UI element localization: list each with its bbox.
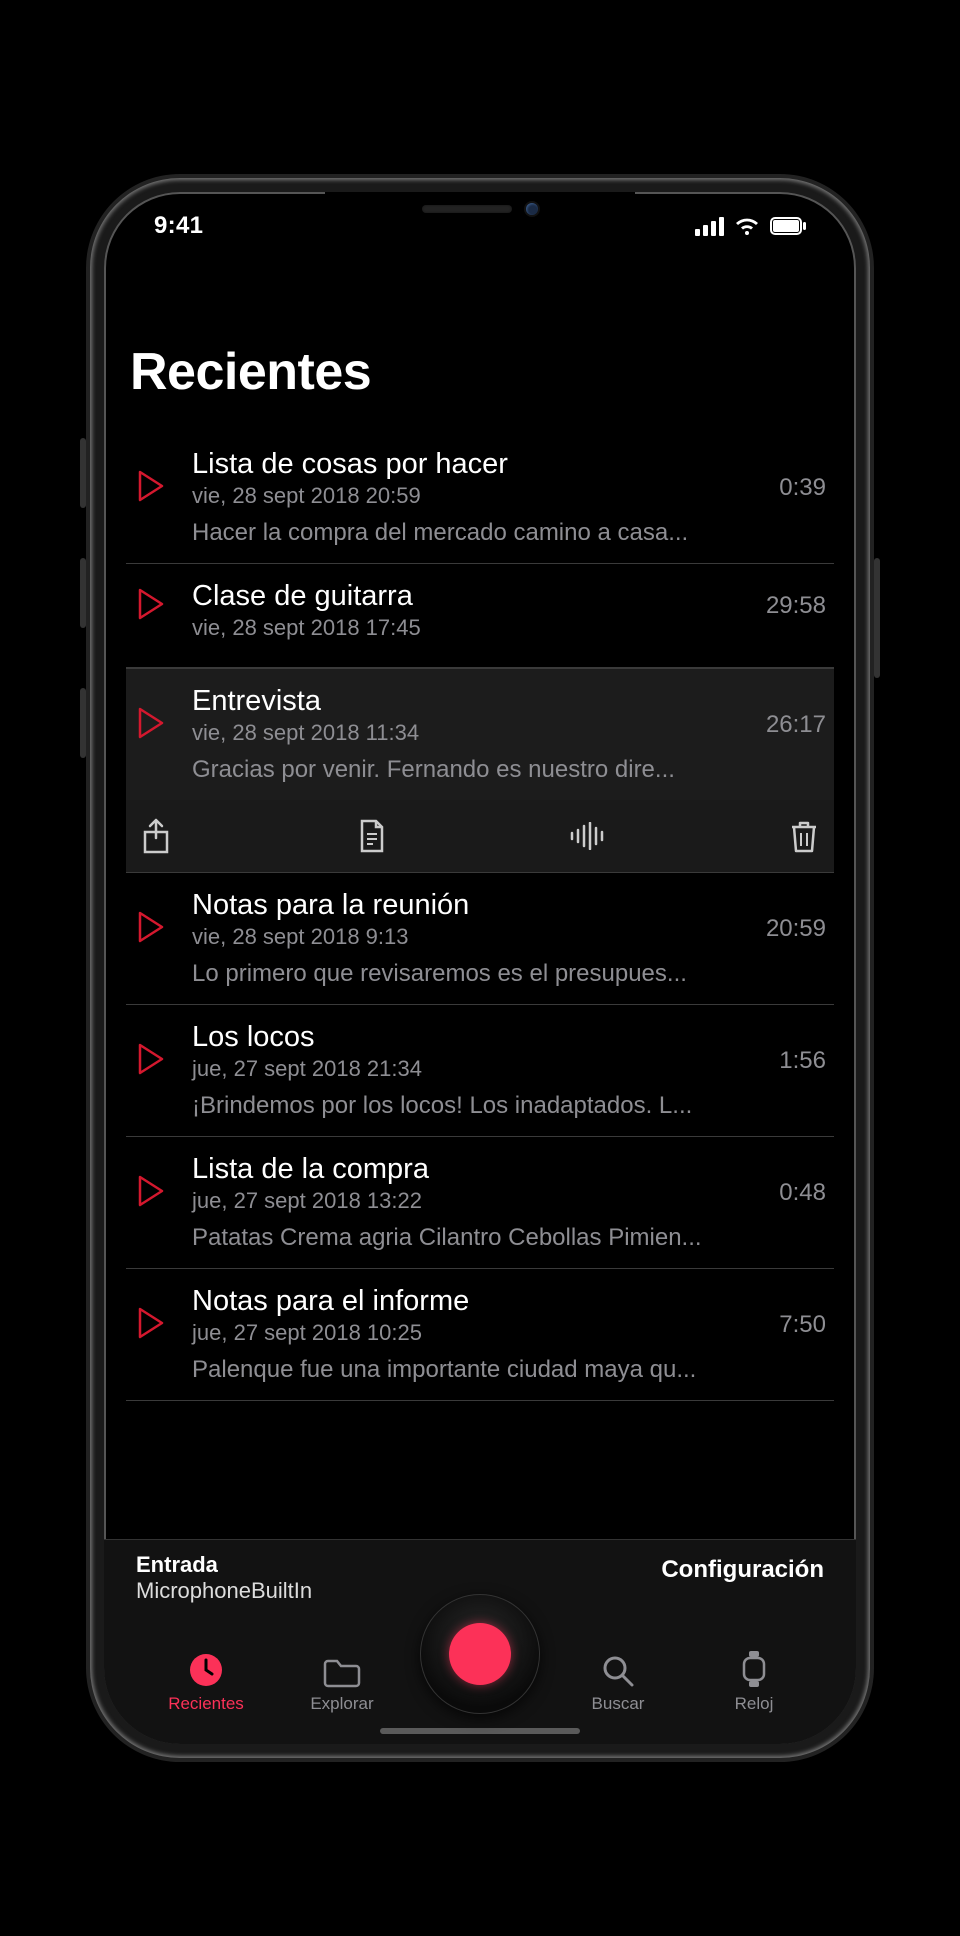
recording-title: Los locos (192, 1021, 763, 1054)
recording-title: Clase de guitarra (192, 580, 750, 613)
recording-date: jue, 27 sept 2018 10:25 (192, 1320, 763, 1346)
status-time: 9:41 (154, 212, 203, 240)
tab-search[interactable]: Buscar (550, 1654, 686, 1714)
recording-preview: Palenque fue una importante ciudad maya … (192, 1356, 763, 1384)
record-button[interactable] (420, 1594, 540, 1714)
battery-icon (770, 217, 806, 235)
play-icon[interactable] (137, 588, 165, 620)
recording-date: vie, 28 sept 2018 20:59 (192, 483, 763, 509)
recording-duration: 7:50 (779, 1285, 826, 1339)
recording-date: jue, 27 sept 2018 13:22 (192, 1188, 763, 1214)
tab-search-label: Buscar (592, 1694, 645, 1714)
recording-date: vie, 28 sept 2018 17:45 (192, 615, 750, 641)
recording-title: Lista de la compra (192, 1153, 763, 1186)
recording-row[interactable]: Entrevista vie, 28 sept 2018 11:34 Graci… (126, 668, 834, 800)
play-icon[interactable] (137, 470, 165, 502)
speaker-grill (422, 205, 512, 213)
folder-icon (323, 1658, 361, 1688)
recording-duration: 0:48 (779, 1153, 826, 1207)
wifi-icon (734, 216, 760, 236)
recording-preview: Hacer la compra del mercado camino a cas… (192, 519, 763, 547)
recording-title: Notas para el informe (192, 1285, 763, 1318)
recording-preview: Gracias por venir. Fernando es nuestro d… (192, 756, 750, 784)
recording-row[interactable]: Notas para el informe jue, 27 sept 2018 … (126, 1269, 834, 1401)
recording-row[interactable]: Clase de guitarra vie, 28 sept 2018 17:4… (126, 564, 834, 668)
recording-duration: 20:59 (766, 889, 826, 943)
transcript-button[interactable] (350, 814, 394, 858)
input-source-button[interactable]: Entrada MicrophoneBuiltIn (136, 1552, 312, 1604)
recording-date: vie, 28 sept 2018 11:34 (192, 720, 750, 746)
delete-button[interactable] (782, 814, 826, 858)
recording-duration: 29:58 (766, 580, 826, 620)
tab-recents[interactable]: Recientes (138, 1652, 274, 1714)
recording-preview: Lo primero que revisaremos es el presupu… (192, 960, 750, 988)
tab-watch-label: Reloj (735, 1694, 774, 1714)
record-dot-icon (449, 1623, 511, 1685)
tab-browse-label: Explorar (310, 1694, 373, 1714)
tab-recents-label: Recientes (168, 1694, 244, 1714)
recording-duration: 0:39 (779, 448, 826, 502)
play-icon[interactable] (137, 1307, 165, 1339)
recording-duration: 1:56 (779, 1021, 826, 1075)
tab-browse[interactable]: Explorar (274, 1658, 410, 1714)
input-value: MicrophoneBuiltIn (136, 1578, 312, 1604)
watch-icon (741, 1650, 767, 1688)
play-icon[interactable] (137, 1175, 165, 1207)
share-button[interactable] (134, 814, 178, 858)
tab-bar: Recientes Explorar (126, 1604, 834, 1724)
waveform-button[interactable] (566, 814, 610, 858)
recording-title: Lista de cosas por hacer (192, 448, 763, 481)
recording-preview: Patatas Crema agria Cilantro Cebollas Pi… (192, 1224, 763, 1252)
recording-row[interactable]: Lista de la compra jue, 27 sept 2018 13:… (126, 1137, 834, 1269)
device-bezel: 9:41 Recientes Lista de cosas por hac (104, 192, 856, 1744)
recording-row[interactable]: Lista de cosas por hacer vie, 28 sept 20… (126, 432, 834, 564)
page-title: Recientes (126, 252, 834, 432)
play-icon[interactable] (137, 1043, 165, 1075)
recording-title: Entrevista (192, 685, 750, 718)
input-label: Entrada (136, 1552, 312, 1578)
tab-watch[interactable]: Reloj (686, 1650, 822, 1714)
clock-icon (188, 1652, 224, 1688)
recording-duration: 26:17 (766, 685, 826, 739)
device-notch (325, 192, 635, 226)
device-frame: 9:41 Recientes Lista de cosas por hac (90, 178, 870, 1758)
front-camera (526, 203, 538, 215)
recording-row[interactable]: Los locos jue, 27 sept 2018 21:34 ¡Brind… (126, 1005, 834, 1137)
recording-action-toolbar (126, 800, 834, 873)
recording-date: jue, 27 sept 2018 21:34 (192, 1056, 763, 1082)
home-indicator[interactable] (380, 1728, 580, 1734)
recording-row[interactable]: Notas para la reunión vie, 28 sept 2018 … (126, 873, 834, 1005)
play-icon[interactable] (137, 911, 165, 943)
cellular-icon (695, 217, 724, 236)
recording-title: Notas para la reunión (192, 889, 750, 922)
bottom-panel: Entrada MicrophoneBuiltIn Configuración … (104, 1539, 856, 1744)
play-icon[interactable] (137, 707, 165, 739)
recordings-list[interactable]: Lista de cosas por hacer vie, 28 sept 20… (126, 432, 834, 1539)
search-icon (601, 1654, 635, 1688)
settings-button[interactable]: Configuración (661, 1552, 824, 1584)
recording-preview: ¡Brindemos por los locos! Los inadaptado… (192, 1092, 763, 1120)
recording-date: vie, 28 sept 2018 9:13 (192, 924, 750, 950)
